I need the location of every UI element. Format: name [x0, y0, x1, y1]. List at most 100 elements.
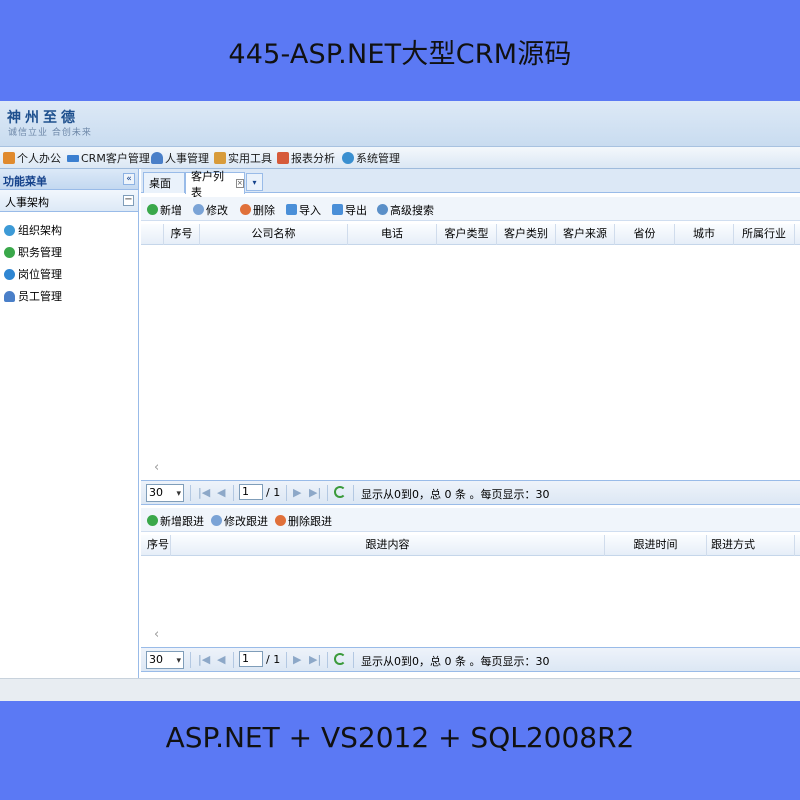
import-icon: [286, 204, 297, 215]
pager-separator: [233, 652, 234, 668]
last-page-icon[interactable]: ▶|: [309, 653, 321, 666]
column-header[interactable]: 客户类别: [497, 224, 556, 245]
total-pages: / 1: [266, 486, 281, 499]
column-header[interactable]: 跟进内容: [171, 535, 605, 556]
logo-slogan: 诚信立业 合创未来: [8, 128, 92, 138]
customer-pager: 30 ▾ |◀ ◀ 1 / 1 ▶ ▶| 显示从0到0，总 0 条 。每页显示：…: [141, 480, 800, 505]
page-size-select[interactable]: 30 ▾: [146, 484, 184, 502]
sidebar-item-label: 职务管理: [18, 246, 62, 259]
advanced-search-button[interactable]: 高级搜索: [377, 202, 434, 217]
export-button[interactable]: 导出: [332, 202, 367, 217]
column-header[interactable]: 城市: [675, 224, 734, 245]
page-size-value: 30: [149, 653, 163, 666]
page-number-input[interactable]: 1: [239, 651, 263, 667]
delete-icon: [240, 204, 251, 215]
scroll-left-icon[interactable]: ‹: [154, 460, 159, 475]
hr-structure-section[interactable]: 人事架构 −: [0, 190, 138, 212]
menu-item-label: CRM客户管理: [81, 152, 150, 165]
function-menu-header: 功能菜单 «: [0, 169, 138, 190]
button-label: 导出: [345, 203, 367, 217]
sidebar-item-post-management[interactable]: 岗位管理: [4, 266, 62, 282]
function-menu-panel: 功能菜单 « 人事架构 − 组织架构 职务管理 岗位管理 员工管理: [0, 169, 139, 678]
export-icon: [332, 204, 343, 215]
total-pages: / 1: [266, 653, 281, 666]
button-label: 修改跟进: [224, 514, 268, 528]
sidebar-item-label: 员工管理: [18, 290, 62, 303]
column-header[interactable]: 客户类型: [437, 224, 497, 245]
edit-icon: [211, 515, 222, 526]
user-icon: [4, 290, 15, 302]
button-label: 删除: [253, 203, 275, 217]
main-menubar: 个人办公 CRM客户管理 人事管理 实用工具 报表分析 系统管理: [0, 146, 800, 169]
menu-item-tools[interactable]: 实用工具: [214, 150, 272, 166]
column-header[interactable]: 公司名称: [200, 224, 348, 245]
column-header[interactable]: 客户来源: [556, 224, 615, 245]
sidebar-item-org-structure[interactable]: 组织架构: [4, 222, 62, 238]
sidebar-item-job-management[interactable]: 职务管理: [4, 244, 62, 260]
prev-page-icon[interactable]: ◀: [217, 486, 225, 499]
menu-item-system[interactable]: 系统管理: [342, 150, 400, 166]
pager-separator: [190, 485, 191, 501]
tab-label: 客户列表: [191, 169, 224, 199]
menu-item-crm[interactable]: CRM客户管理: [67, 150, 150, 166]
column-header[interactable]: 序号: [141, 535, 171, 556]
refresh-icon[interactable]: [334, 486, 346, 498]
checkbox-column: [141, 224, 164, 245]
edit-followup-button[interactable]: 修改跟进: [211, 513, 268, 528]
chevron-down-icon: ▾: [176, 656, 181, 666]
page-size-value: 30: [149, 486, 163, 499]
prev-page-icon[interactable]: ◀: [217, 653, 225, 666]
close-icon[interactable]: ×: [235, 179, 244, 188]
column-header[interactable]: 电话: [348, 224, 437, 245]
column-header[interactable]: 所属行业: [734, 224, 795, 245]
add-customer-button[interactable]: 新增: [147, 202, 182, 217]
button-label: 导入: [299, 203, 321, 217]
collapse-panel-button[interactable]: «: [123, 173, 135, 185]
first-page-icon[interactable]: |◀: [198, 486, 210, 499]
sidebar-item-employee-management[interactable]: 员工管理: [4, 288, 62, 304]
import-button[interactable]: 导入: [286, 202, 321, 217]
crm-app-window: 神州至德 诚信立业 合创未来 个人办公 CRM客户管理 人事管理 实用工具 报表…: [0, 101, 800, 701]
home-icon: [3, 152, 15, 164]
chevron-down-icon[interactable]: ▾: [246, 173, 263, 191]
delete-customer-button[interactable]: 删除: [240, 202, 275, 217]
followup-pager: 30 ▾ |◀ ◀ 1 / 1 ▶ ▶| 显示从0到0，总 0 条 。每页显示：…: [141, 647, 800, 672]
refresh-icon[interactable]: [334, 653, 346, 665]
column-header[interactable]: 跟进方式: [707, 535, 795, 556]
menu-item-reports[interactable]: 报表分析: [277, 150, 335, 166]
button-label: 高级搜索: [390, 203, 434, 217]
column-header[interactable]: 省份: [615, 224, 675, 245]
scroll-left-icon[interactable]: ‹: [154, 627, 159, 642]
menu-item-hr[interactable]: 人事管理: [151, 150, 209, 166]
page-size-select[interactable]: 30 ▾: [146, 651, 184, 669]
pager-separator: [286, 485, 287, 501]
pager-separator: [353, 652, 354, 668]
banner-title: 445-ASP.NET大型CRM源码: [228, 39, 572, 70]
followup-grid-body[interactable]: ‹: [141, 557, 800, 648]
pager-separator: [190, 652, 191, 668]
tab-customer-list[interactable]: 客户列表 ×: [185, 170, 245, 199]
user-icon: [151, 152, 163, 164]
add-followup-button[interactable]: 新增跟进: [147, 513, 204, 528]
org-icon: [4, 224, 15, 236]
delete-icon: [275, 515, 286, 526]
next-page-icon[interactable]: ▶: [293, 653, 301, 666]
edit-customer-button[interactable]: 修改: [193, 202, 228, 217]
pager-separator: [327, 485, 328, 501]
tab-desktop[interactable]: 桌面: [143, 172, 185, 193]
menu-item-personal-office[interactable]: 个人办公: [3, 150, 61, 166]
customer-grid-body[interactable]: ‹: [141, 246, 800, 481]
section-collapse-button[interactable]: −: [123, 195, 134, 206]
banner-footer: ASP.NET + VS2012 + SQL2008R2: [165, 721, 635, 754]
first-page-icon[interactable]: |◀: [198, 653, 210, 666]
menu-item-label: 系统管理: [356, 152, 400, 165]
sidebar-item-label: 组织架构: [18, 224, 62, 237]
next-page-icon[interactable]: ▶: [293, 486, 301, 499]
customer-grid-header: 序号 公司名称 电话 客户类型 客户类别 客户来源 省份 城市 所属行业: [141, 224, 800, 245]
column-header[interactable]: 序号: [164, 224, 200, 245]
column-header[interactable]: 跟进时间: [605, 535, 707, 556]
last-page-icon[interactable]: ▶|: [309, 486, 321, 499]
page-number-input[interactable]: 1: [239, 484, 263, 500]
followup-toolbar: 新增跟进 修改跟进 删除跟进: [141, 508, 800, 532]
delete-followup-button[interactable]: 删除跟进: [275, 513, 332, 528]
